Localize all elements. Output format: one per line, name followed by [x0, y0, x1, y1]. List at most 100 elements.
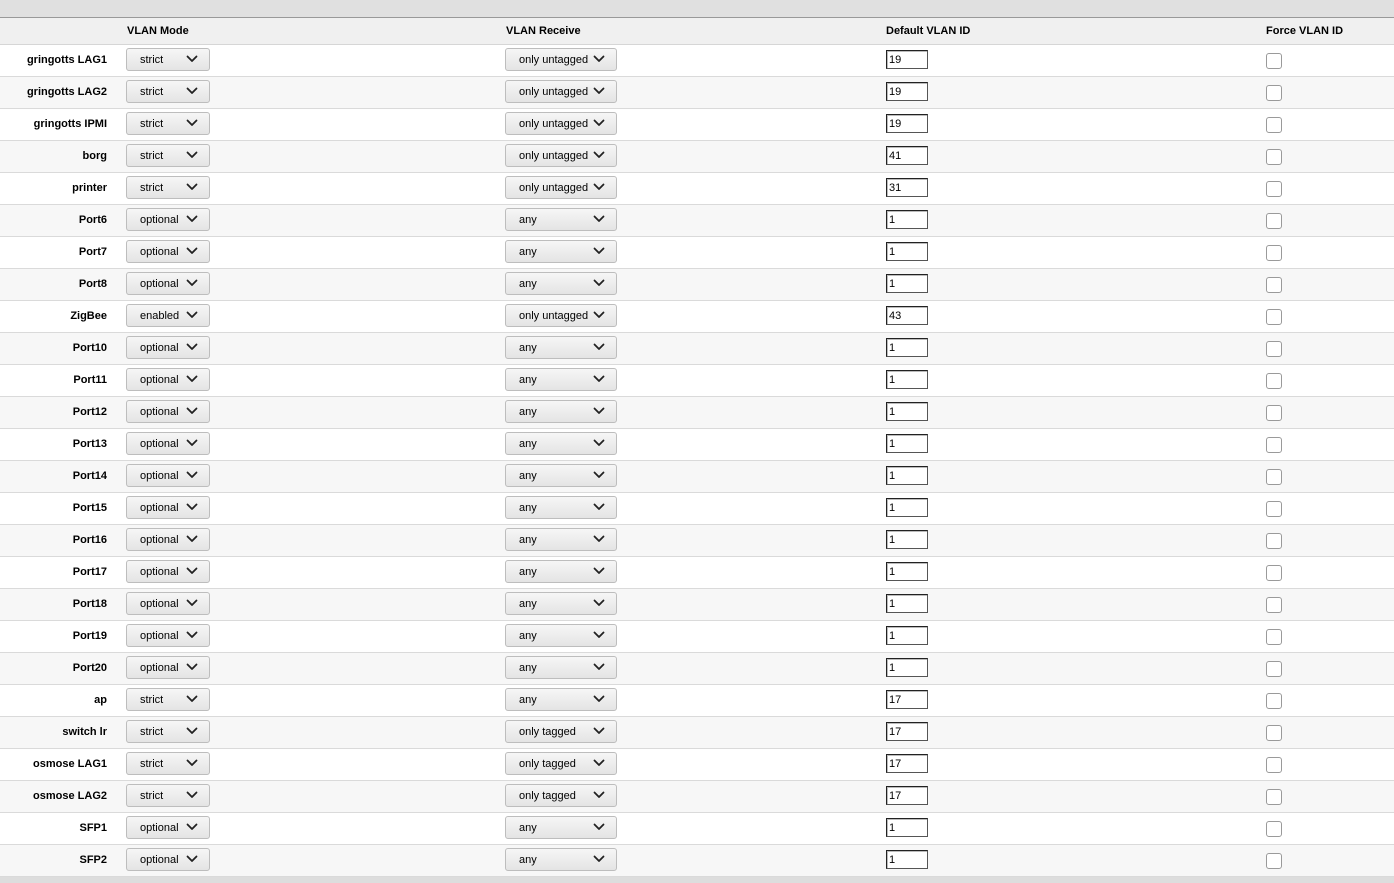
bottom-scrollbar[interactable]	[0, 877, 1394, 883]
vlan-receive-select[interactable]: any	[505, 656, 617, 679]
vlan-mode-select[interactable]: optional	[126, 336, 210, 359]
force-vlan-id-checkbox[interactable]	[1266, 437, 1282, 453]
force-vlan-id-checkbox[interactable]	[1266, 53, 1282, 69]
vlan-receive-select[interactable]: any	[505, 464, 617, 487]
vlan-mode-select[interactable]: strict	[126, 688, 210, 711]
default-vlan-id-input[interactable]	[886, 146, 928, 165]
force-vlan-id-checkbox[interactable]	[1266, 405, 1282, 421]
default-vlan-id-input[interactable]	[886, 178, 928, 197]
vlan-receive-select[interactable]: any	[505, 432, 617, 455]
default-vlan-id-input[interactable]	[886, 306, 928, 325]
vlan-receive-select[interactable]: any	[505, 368, 617, 391]
default-vlan-id-input[interactable]	[886, 658, 928, 677]
vlan-receive-select[interactable]: only untagged	[505, 48, 617, 71]
default-vlan-id-input[interactable]	[886, 114, 928, 133]
force-vlan-id-checkbox[interactable]	[1266, 213, 1282, 229]
default-vlan-id-input[interactable]	[886, 338, 928, 357]
vlan-mode-select[interactable]: strict	[126, 112, 210, 135]
vlan-mode-select[interactable]: strict	[126, 784, 210, 807]
vlan-mode-select[interactable]: optional	[126, 272, 210, 295]
default-vlan-id-input[interactable]	[886, 754, 928, 773]
vlan-receive-select[interactable]: only untagged	[505, 304, 617, 327]
vlan-receive-select[interactable]: any	[505, 272, 617, 295]
force-vlan-id-checkbox[interactable]	[1266, 501, 1282, 517]
default-vlan-id-input[interactable]	[886, 530, 928, 549]
default-vlan-id-input[interactable]	[886, 402, 928, 421]
force-vlan-id-checkbox[interactable]	[1266, 341, 1282, 357]
vlan-receive-select[interactable]: only untagged	[505, 112, 617, 135]
vlan-receive-select[interactable]: any	[505, 496, 617, 519]
default-vlan-id-input[interactable]	[886, 210, 928, 229]
default-vlan-id-input[interactable]	[886, 594, 928, 613]
force-vlan-id-checkbox[interactable]	[1266, 117, 1282, 133]
vlan-receive-select[interactable]: only untagged	[505, 144, 617, 167]
vlan-mode-select[interactable]: optional	[126, 624, 210, 647]
default-vlan-id-input[interactable]	[886, 466, 928, 485]
vlan-mode-select[interactable]: optional	[126, 368, 210, 391]
vlan-receive-select[interactable]: only tagged	[505, 720, 617, 743]
force-vlan-id-checkbox[interactable]	[1266, 565, 1282, 581]
force-vlan-id-checkbox[interactable]	[1266, 373, 1282, 389]
vlan-receive-select[interactable]: only untagged	[505, 176, 617, 199]
vlan-receive-select[interactable]: any	[505, 624, 617, 647]
force-vlan-id-checkbox[interactable]	[1266, 469, 1282, 485]
default-vlan-id-input[interactable]	[886, 82, 928, 101]
vlan-mode-select[interactable]: strict	[126, 48, 210, 71]
default-vlan-id-input[interactable]	[886, 690, 928, 709]
vlan-mode-select[interactable]: optional	[126, 240, 210, 263]
default-vlan-id-input[interactable]	[886, 242, 928, 261]
vlan-receive-select[interactable]: any	[505, 528, 617, 551]
default-vlan-id-input[interactable]	[886, 722, 928, 741]
default-vlan-id-input[interactable]	[886, 498, 928, 517]
vlan-mode-select[interactable]: strict	[126, 720, 210, 743]
default-vlan-id-input[interactable]	[886, 50, 928, 69]
vlan-mode-select[interactable]: optional	[126, 400, 210, 423]
default-vlan-id-input[interactable]	[886, 818, 928, 837]
force-vlan-id-checkbox[interactable]	[1266, 277, 1282, 293]
force-vlan-id-checkbox[interactable]	[1266, 757, 1282, 773]
vlan-receive-select[interactable]: any	[505, 848, 617, 871]
vlan-mode-select[interactable]: optional	[126, 848, 210, 871]
force-vlan-id-checkbox[interactable]	[1266, 693, 1282, 709]
force-vlan-id-checkbox[interactable]	[1266, 629, 1282, 645]
vlan-receive-select[interactable]: any	[505, 208, 617, 231]
vlan-mode-select[interactable]: strict	[126, 176, 210, 199]
vlan-receive-select[interactable]: any	[505, 688, 617, 711]
vlan-receive-select[interactable]: any	[505, 592, 617, 615]
force-vlan-id-checkbox[interactable]	[1266, 149, 1282, 165]
vlan-mode-select[interactable]: optional	[126, 656, 210, 679]
vlan-mode-select[interactable]: optional	[126, 592, 210, 615]
vlan-receive-select[interactable]: only untagged	[505, 80, 617, 103]
vlan-mode-select[interactable]: strict	[126, 144, 210, 167]
vlan-mode-select[interactable]: strict	[126, 80, 210, 103]
vlan-receive-select[interactable]: only tagged	[505, 784, 617, 807]
force-vlan-id-checkbox[interactable]	[1266, 533, 1282, 549]
default-vlan-id-input[interactable]	[886, 370, 928, 389]
force-vlan-id-checkbox[interactable]	[1266, 597, 1282, 613]
force-vlan-id-checkbox[interactable]	[1266, 821, 1282, 837]
vlan-receive-select[interactable]: any	[505, 240, 617, 263]
vlan-mode-select[interactable]: optional	[126, 208, 210, 231]
force-vlan-id-checkbox[interactable]	[1266, 789, 1282, 805]
default-vlan-id-input[interactable]	[886, 786, 928, 805]
vlan-mode-select[interactable]: optional	[126, 816, 210, 839]
vlan-mode-select[interactable]: strict	[126, 752, 210, 775]
force-vlan-id-checkbox[interactable]	[1266, 245, 1282, 261]
force-vlan-id-checkbox[interactable]	[1266, 181, 1282, 197]
default-vlan-id-input[interactable]	[886, 626, 928, 645]
vlan-receive-select[interactable]: any	[505, 400, 617, 423]
force-vlan-id-checkbox[interactable]	[1266, 853, 1282, 869]
vlan-mode-select[interactable]: optional	[126, 528, 210, 551]
vlan-receive-select[interactable]: any	[505, 336, 617, 359]
vlan-receive-select[interactable]: any	[505, 560, 617, 583]
default-vlan-id-input[interactable]	[886, 562, 928, 581]
vlan-mode-select[interactable]: enabled	[126, 304, 210, 327]
force-vlan-id-checkbox[interactable]	[1266, 661, 1282, 677]
vlan-mode-select[interactable]: optional	[126, 464, 210, 487]
force-vlan-id-checkbox[interactable]	[1266, 85, 1282, 101]
vlan-receive-select[interactable]: any	[505, 816, 617, 839]
default-vlan-id-input[interactable]	[886, 434, 928, 453]
vlan-mode-select[interactable]: optional	[126, 496, 210, 519]
force-vlan-id-checkbox[interactable]	[1266, 309, 1282, 325]
vlan-mode-select[interactable]: optional	[126, 560, 210, 583]
